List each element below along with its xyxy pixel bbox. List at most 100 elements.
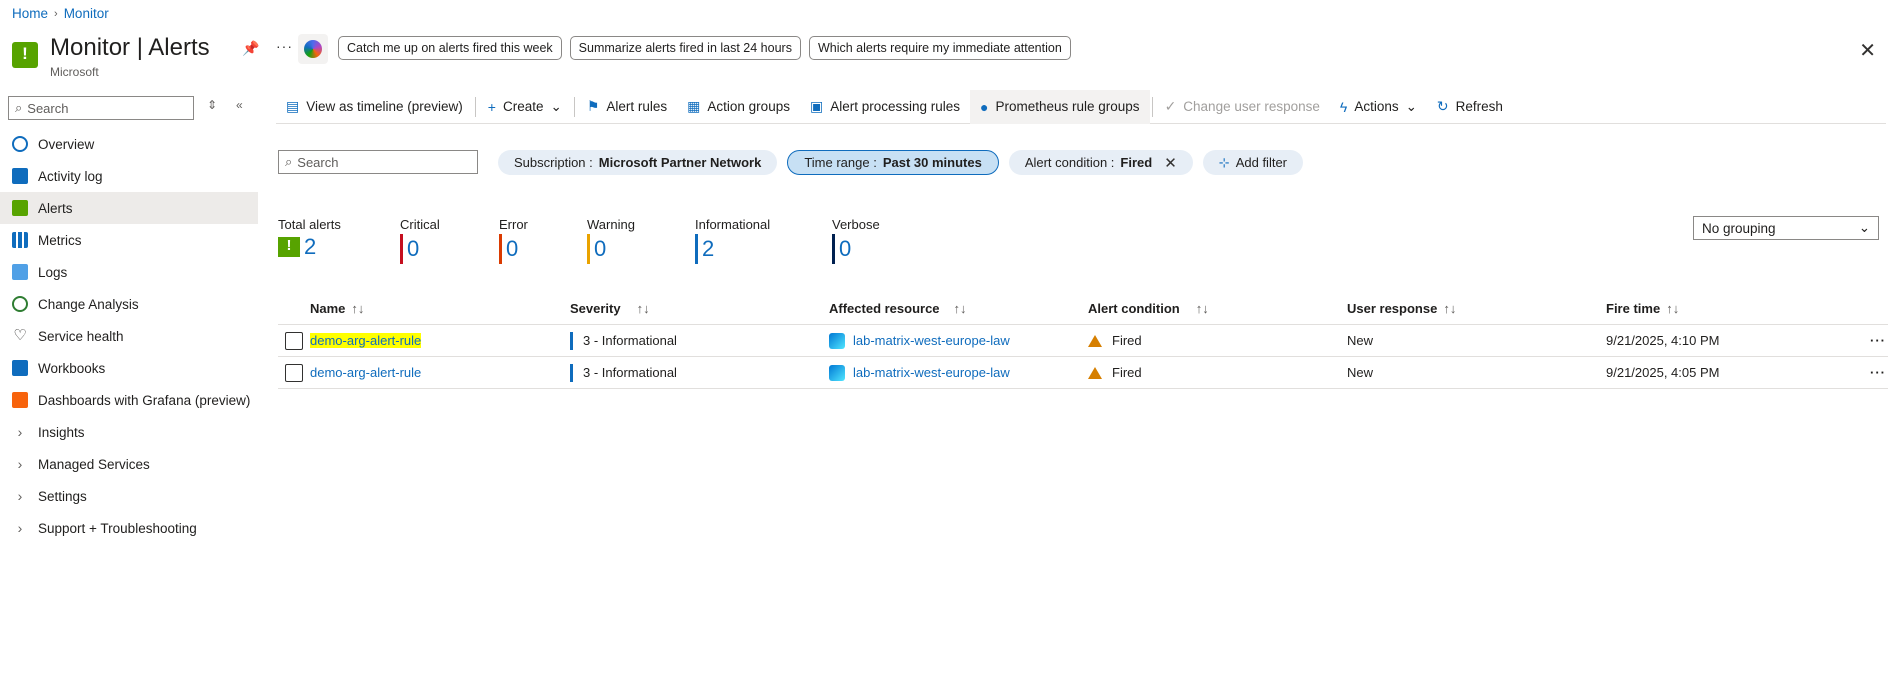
user-response: New: [1347, 333, 1374, 348]
checkmark-icon: ✓: [1164, 98, 1177, 114]
chevron-right-icon: ›: [17, 488, 23, 504]
copilot-icon: [304, 40, 322, 58]
plus-icon: +: [487, 98, 496, 115]
summary-verbose[interactable]: Verbose 0: [832, 217, 932, 264]
alerts-icon: [12, 42, 38, 68]
sidebar-item-managed-services[interactable]: › Managed Services: [0, 448, 258, 480]
alert-condition-filter[interactable]: Alert condition : Fired ✕: [1008, 150, 1193, 175]
page-title: Monitor | Alerts: [50, 34, 210, 61]
more-options-icon[interactable]: ···: [276, 38, 293, 54]
sidebar-item-workbooks[interactable]: Workbooks: [0, 352, 258, 384]
chevron-down-icon: ⌄: [1405, 98, 1417, 114]
summary-warning[interactable]: Warning 0: [587, 217, 695, 264]
critical-bar: [400, 234, 403, 264]
column-header-name[interactable]: Name ↑↓: [310, 301, 570, 316]
add-filter-button[interactable]: ⊹ Add filter: [1202, 150, 1304, 175]
table-header: Name ↑↓ Severity ↑↓ Affected resource ↑↓ Al…: [278, 293, 1888, 325]
alert-name-link[interactable]: demo-arg-alert-rule: [310, 365, 421, 380]
workbooks-icon: [12, 360, 28, 376]
error-bar: [499, 234, 502, 264]
summary-informational[interactable]: Informational 2: [695, 217, 832, 264]
sidebar-item-settings[interactable]: › Settings: [0, 480, 258, 512]
prometheus-rule-groups-button[interactable]: ● Prometheus rule groups: [970, 89, 1150, 124]
sidebar-search-input[interactable]: ⌕ Search: [8, 96, 194, 120]
alerts-icon: [278, 237, 300, 257]
search-icon: ⌕: [15, 100, 23, 115]
summary-critical-value: 0: [407, 236, 420, 261]
change-user-response-button[interactable]: ✓ Change user response: [1155, 90, 1330, 124]
sidebar-item-activity-log[interactable]: Activity log: [0, 160, 258, 192]
alerts-search-input[interactable]: ⌕ Search: [278, 150, 478, 174]
row-more-icon[interactable]: ···: [1836, 333, 1886, 348]
create-button[interactable]: + Create ⌄: [478, 90, 572, 124]
processing-rules-icon: ▣: [809, 98, 824, 114]
time-range-filter[interactable]: Time range : Past 30 minutes: [787, 150, 999, 175]
summary-warning-value: 0: [594, 236, 607, 261]
close-icon[interactable]: ✕: [1859, 38, 1876, 63]
resource-link[interactable]: lab-matrix-west-europe-law: [853, 365, 1010, 380]
toolbar-divider: [474, 96, 476, 117]
sidebar-item-service-health[interactable]: ♡ Service health: [0, 320, 258, 352]
filter-pills: Subscription : Microsoft Partner Network…: [498, 150, 1304, 175]
sidebar-item-insights[interactable]: › Insights: [0, 416, 258, 448]
table-row[interactable]: demo-arg-alert-rule 3 - Informational la…: [278, 357, 1888, 389]
column-header-condition[interactable]: Alert condition ↑↓: [1088, 301, 1347, 316]
prompt-immediate[interactable]: Which alerts require my immediate attent…: [808, 36, 1071, 60]
breadcrumb-monitor[interactable]: Monitor: [64, 6, 109, 21]
sidebar-item-alerts[interactable]: Alerts: [0, 192, 258, 224]
sort-icon: ↑↓: [636, 301, 650, 316]
action-groups-button[interactable]: ▦ Action groups: [677, 90, 800, 124]
subscription-filter[interactable]: Subscription : Microsoft Partner Network: [498, 150, 778, 175]
activity-log-icon: [12, 168, 28, 184]
refresh-button[interactable]: ↻ Refresh: [1427, 90, 1513, 124]
toolbar-divider: [1151, 96, 1153, 117]
alert-rules-button[interactable]: ⚑ Alert rules: [577, 90, 677, 124]
page-subtitle: Microsoft: [50, 65, 99, 79]
severity-bar: [570, 331, 573, 350]
view-timeline-button[interactable]: ▤ View as timeline (preview): [276, 90, 473, 124]
verbose-bar: [832, 234, 835, 264]
severity-bar: [570, 363, 573, 382]
summary-critical[interactable]: Critical 0: [400, 217, 499, 264]
alert-name-link[interactable]: demo-arg-alert-rule: [310, 333, 422, 348]
sidebar-item-change-analysis[interactable]: Change Analysis: [0, 288, 258, 320]
fire-time: 9/21/2025, 4:10 PM: [1606, 333, 1720, 348]
close-icon[interactable]: ✕: [1164, 154, 1177, 172]
breadcrumb-home[interactable]: Home: [12, 6, 48, 21]
collapse-sidebar-icon[interactable]: «: [236, 98, 243, 112]
column-header-severity[interactable]: Severity ↑↓: [570, 301, 829, 316]
sort-icon: ↑↓: [1443, 301, 1457, 316]
prompt-catch-up[interactable]: Catch me up on alerts fired this week: [338, 36, 562, 60]
column-header-resource[interactable]: Affected resource ↑↓: [829, 301, 1088, 316]
sidebar-item-support[interactable]: › Support + Troubleshooting: [0, 512, 258, 544]
alert-processing-rules-button[interactable]: ▣ Alert processing rules: [800, 90, 970, 124]
add-filter-icon: ⊹: [1218, 154, 1230, 170]
pin-icon[interactable]: 📌: [242, 40, 259, 57]
sidebar-item-overview[interactable]: Overview: [0, 128, 258, 160]
warning-icon: [1088, 334, 1102, 347]
sidebar-item-logs[interactable]: Logs: [0, 256, 258, 288]
sidebar-item-metrics[interactable]: Metrics: [0, 224, 258, 256]
table-row[interactable]: demo-arg-alert-rule 3 - Informational la…: [278, 325, 1888, 357]
sidebar-item-grafana[interactable]: Dashboards with Grafana (preview): [0, 384, 258, 416]
summary-total-value: 2: [304, 234, 317, 259]
resource-link[interactable]: lab-matrix-west-europe-law: [853, 333, 1010, 348]
grafana-icon: [12, 392, 28, 408]
column-header-fire-time[interactable]: Fire time ↑↓: [1606, 301, 1836, 316]
actions-button[interactable]: ϟ Actions ⌄: [1330, 90, 1427, 124]
column-header-response[interactable]: User response ↑↓: [1347, 301, 1606, 316]
expand-collapse-icon[interactable]: ⇕: [207, 98, 217, 112]
row-more-icon[interactable]: ···: [1836, 365, 1886, 380]
row-checkbox[interactable]: [285, 363, 303, 382]
summary-error[interactable]: Error 0: [499, 217, 587, 264]
grouping-dropdown[interactable]: No grouping ⌄: [1693, 216, 1879, 240]
heart-icon: ♡: [13, 327, 27, 344]
sort-icon: ↑↓: [351, 301, 365, 316]
row-checkbox[interactable]: [285, 331, 303, 350]
summary-error-value: 0: [506, 236, 519, 261]
overview-icon: [12, 136, 28, 152]
copilot-button[interactable]: [298, 34, 328, 64]
summary-total[interactable]: Total alerts 2: [278, 217, 400, 264]
prompt-summarize[interactable]: Summarize alerts fired in last 24 hours: [569, 36, 801, 60]
warning-bar: [587, 234, 590, 264]
